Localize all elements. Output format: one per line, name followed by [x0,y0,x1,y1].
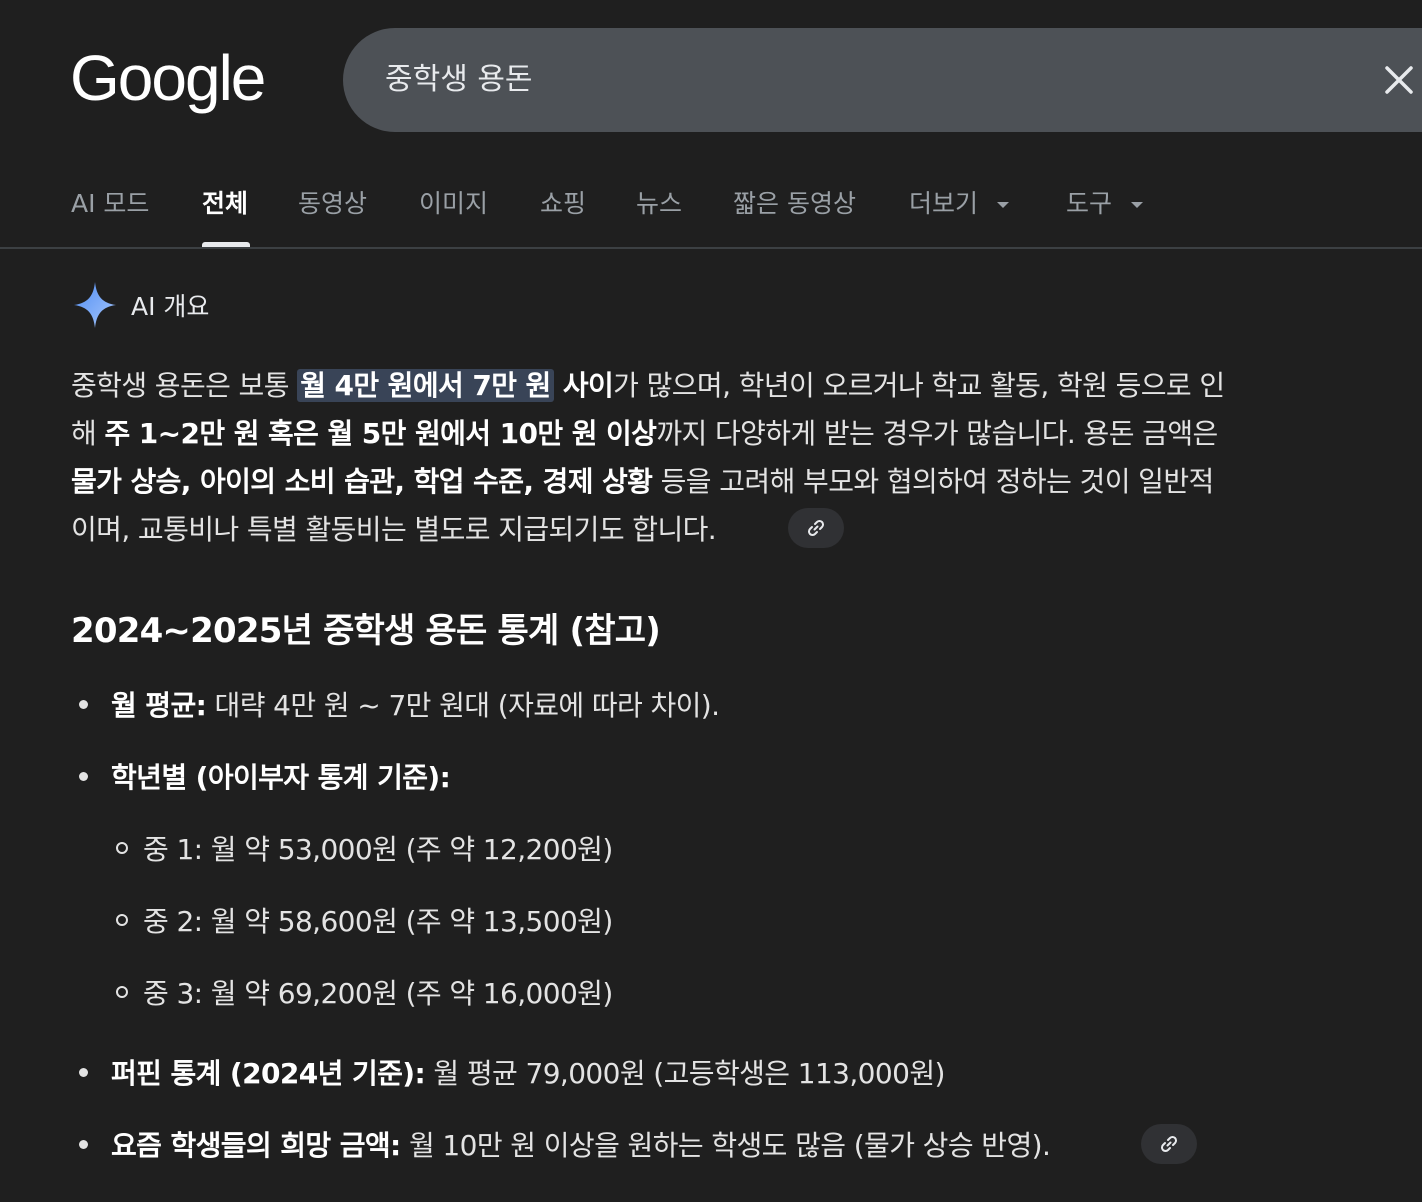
bullet-label: 요즘 학생들의 희망 금액: [111,1129,401,1162]
overview-line-3: 물가 상승, 아이의 소비 습관, 학업 수준, 경제 상황 등을 고려해 부모… [71,460,1214,500]
stats-heading: 2024~2025년 중학생 용돈 통계 (참고) [71,611,661,651]
source-link-chip[interactable] [788,508,844,548]
header-divider [0,247,1422,249]
caret-down-icon [1130,202,1143,208]
text-span: 해 [71,417,105,450]
text-span: 등을 고려해 부모와 협의하여 정하는 것이 일반적 [652,465,1215,498]
bullet-circle [116,842,128,854]
bullet-circle [116,914,128,926]
overview-line-2: 해 주 1~2만 원 혹은 월 5만 원에서 10만 원 이상까지 다양하게 받… [71,412,1218,452]
search-tabs: AI 모드 전체 동영상 이미지 쇼핑 뉴스 짧은 동영상 더보기 도구 [0,170,1422,248]
bold-span: 물가 상승, 아이의 소비 습관, 학업 수준, 경제 상황 [71,465,653,498]
sub-bullet-text: 중 3: 월 약 69,200원 (주 약 16,000원) [143,977,613,1010]
ai-sparkle-icon [74,282,116,328]
overview-line-1: 중학생 용돈은 보통 월 4만 원에서 7만 원 사이가 많으며, 학년이 오르… [71,364,1225,404]
bullet-circle [116,986,128,998]
bullet-text: 월 10만 원 이상을 원하는 학생도 많음 (물가 상승 반영). [400,1129,1051,1162]
tab-images[interactable]: 이미지 [419,184,488,220]
highlighted-answer: 월 4만 원에서 7만 원 [297,369,554,402]
tab-ai-mode[interactable]: AI 모드 [71,184,149,220]
tab-news[interactable]: 뉴스 [636,184,682,220]
tab-tools[interactable]: 도구 [1066,184,1144,220]
tab-videos[interactable]: 동영상 [298,184,367,220]
bullet-label: 월 평균: [111,689,207,722]
tab-all[interactable]: 전체 [202,184,248,220]
tab-more[interactable]: 더보기 [909,184,1010,220]
bullet-label: 퍼핀 통계 (2024년 기준): [111,1057,426,1090]
sub-bullet-text: 중 1: 월 약 53,000원 (주 약 12,200원) [143,833,613,866]
tab-short-videos[interactable]: 짧은 동영상 [733,184,856,220]
tab-tools-label: 도구 [1066,189,1113,218]
sub-bullet-text: 중 2: 월 약 58,600원 (주 약 13,500원) [143,905,613,938]
clear-search-icon[interactable] [1379,60,1419,100]
caret-down-icon [996,202,1009,208]
ai-overview-title: AI 개요 [131,292,210,321]
overview-line-4: 이며, 교통비나 특별 활동비는 별도로 지급되기도 합니다. [71,508,717,548]
link-icon [1160,1135,1178,1153]
bullet-dot [79,772,88,781]
text-span: 가 많으며, 학년이 오르거나 학교 활동, 학원 등으로 인 [613,369,1225,402]
text-span: 중학생 용돈은 보통 [71,369,298,402]
link-icon [807,519,825,537]
bullet-dot [79,700,88,709]
source-link-chip[interactable] [1141,1124,1197,1164]
tab-shopping[interactable]: 쇼핑 [540,184,586,220]
bullet-text: 월 평균 79,000원 (고등학생은 113,000원) [425,1057,945,1090]
bullet-text: 대략 4만 원 ~ 7만 원대 (자료에 따라 차이). [206,689,720,722]
text-span: 까지 다양하게 받는 경우가 많습니다. 용돈 금액은 [656,417,1218,450]
search-box[interactable]: 중학생 용돈 [343,28,1422,132]
bullet-label: 학년별 (아이부자 통계 기준): [111,761,451,794]
bullet-dot [79,1068,88,1077]
google-logo[interactable]: Google [70,38,266,118]
text-span: 이며, 교통비나 특별 활동비는 별도로 지급되기도 합니다. [71,513,717,546]
bold-span: 주 1~2만 원 혹은 월 5만 원에서 10만 원 이상 [104,417,657,450]
bullet-dot [79,1140,88,1149]
bold-span: 사이 [553,369,614,402]
search-results-page: Google 중학생 용돈 AI 모드 전체 동영상 이미지 쇼핑 뉴스 짧은 … [0,0,1422,1202]
tab-more-label: 더보기 [909,189,979,218]
search-input[interactable]: 중학생 용돈 [385,28,533,132]
